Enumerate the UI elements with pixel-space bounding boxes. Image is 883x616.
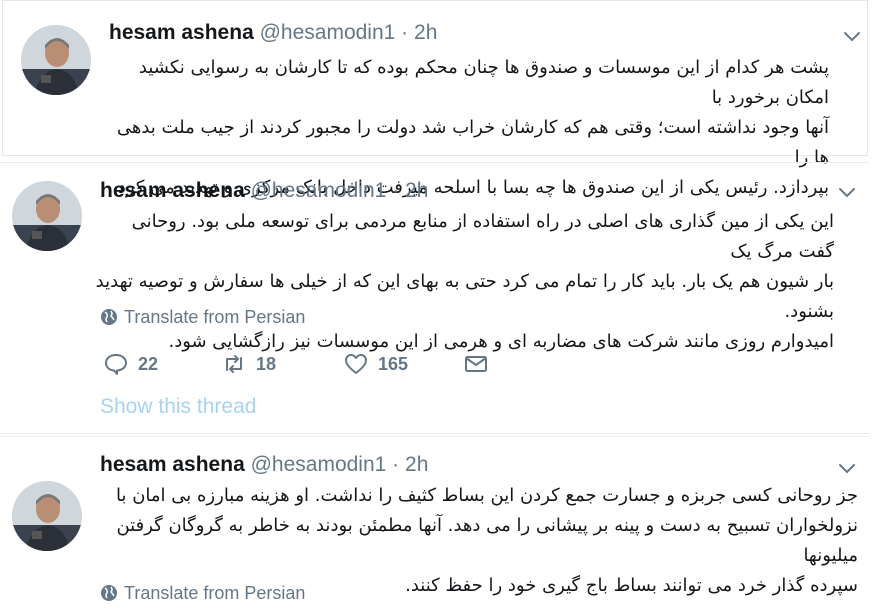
chevron-down-icon[interactable]	[836, 181, 858, 203]
avatar[interactable]	[12, 481, 82, 551]
separator-dot: ·	[392, 179, 400, 202]
author-name[interactable]: hesam ashena	[109, 21, 254, 44]
timestamp[interactable]: 2h	[414, 21, 437, 44]
globe-icon	[100, 584, 118, 602]
avatar[interactable]	[21, 25, 91, 95]
like-count: 165	[378, 353, 409, 374]
reply-count: 22	[138, 353, 159, 374]
author-name[interactable]: hesam ashena	[100, 179, 245, 202]
tweet-line: پشت هر کدام از این موسسات و صندوق ها چنا…	[138, 57, 829, 108]
chevron-down-icon[interactable]	[841, 25, 863, 47]
tweet-line: این یکی از مین گذاری های اصلی در راه است…	[131, 211, 834, 262]
author-handle[interactable]: @hesamodin1	[251, 453, 387, 476]
tweet-1[interactable]: hesam ashena @hesamodin1 · 2h پشت هر کدا…	[2, 0, 868, 198]
author-handle[interactable]: @hesamodin1	[260, 21, 396, 44]
tweet-line: جز روحانی کسی جربزه و جسارت جمع کردن این…	[115, 485, 858, 506]
direct-message-button[interactable]	[464, 349, 498, 379]
envelope-icon	[465, 356, 487, 372]
retweet-button[interactable]: 18	[222, 349, 276, 379]
like-button[interactable]: 165	[344, 349, 408, 379]
tweet-2[interactable]: hesam ashena @hesamodin1 · 2h این یکی از…	[0, 162, 870, 434]
translate-label[interactable]: Translate from Persian	[124, 583, 305, 603]
tweet-3[interactable]: hesam ashena @hesamodin1 · 2h جز روحانی …	[0, 436, 870, 616]
author-handle[interactable]: @hesamodin1	[251, 179, 387, 202]
timestamp[interactable]: 2h	[405, 453, 428, 476]
separator-dot: ·	[392, 453, 400, 476]
retweet-icon	[226, 355, 242, 373]
tweet-actions: 22 18 165	[100, 349, 500, 379]
show-thread-link[interactable]: Show this thread	[100, 395, 256, 419]
timestamp[interactable]: 2h	[405, 179, 428, 202]
tweet-text: این یکی از مین گذاری های اصلی در راه است…	[94, 207, 834, 357]
tweet-line: نزولخواران تسبیح به دست و پینه بر پیشانی…	[116, 515, 858, 566]
translate-label[interactable]: Translate from Persian	[124, 307, 305, 327]
translate-link[interactable]: Translate from Persian	[100, 307, 305, 328]
retweet-count: 18	[256, 353, 277, 374]
reply-icon	[105, 354, 127, 375]
reply-button[interactable]: 22	[104, 349, 158, 379]
translate-link[interactable]: Translate from Persian	[100, 583, 305, 604]
avatar[interactable]	[12, 181, 82, 251]
chevron-down-icon[interactable]	[836, 457, 858, 479]
globe-icon	[100, 308, 118, 326]
heart-icon	[345, 354, 367, 374]
separator-dot: ·	[401, 21, 409, 44]
author-name[interactable]: hesam ashena	[100, 453, 245, 476]
